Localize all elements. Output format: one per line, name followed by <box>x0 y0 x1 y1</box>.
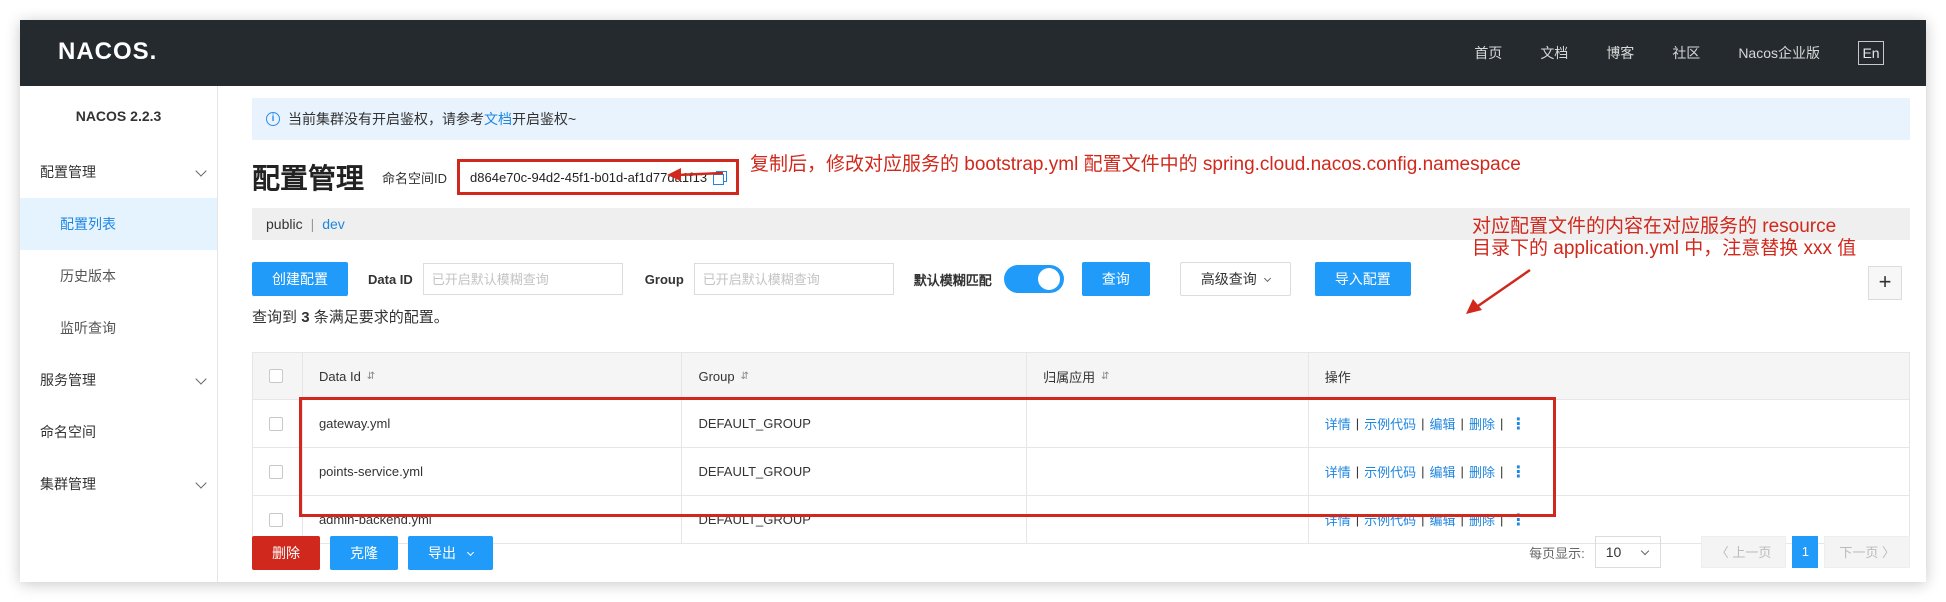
config-annotation-line1: 对应配置文件的内容在对应服务的 resource <box>1472 216 1837 237</box>
row-checkbox-cell <box>253 448 303 495</box>
advanced-query-button[interactable]: 高级查询 <box>1179 262 1291 296</box>
chevron-down-icon <box>1640 546 1649 556</box>
bottom-bar: 删除 克隆 导出 每页显示: 10 〈 上一页 1 下一页 〉 <box>252 536 1910 570</box>
header-group-label: Group <box>698 368 735 384</box>
nav-community[interactable]: 社区 <box>1672 43 1700 63</box>
dataid-input[interactable] <box>422 263 623 295</box>
notice-text-before: 当前集群没有开启鉴权，请参考 <box>288 111 484 127</box>
sidebar-item-namespace[interactable]: 命名空间 <box>20 406 217 458</box>
sidebar-group-service[interactable]: 服务管理 <box>20 354 217 406</box>
chevron-down-icon <box>195 373 207 385</box>
nav-docs[interactable]: 文档 <box>1540 43 1568 63</box>
chevron-down-icon <box>195 477 207 489</box>
row-checkbox-cell <box>253 400 303 447</box>
page-number-current[interactable]: 1 <box>1792 536 1819 568</box>
toggle-knob <box>1037 268 1060 290</box>
next-page-button[interactable]: 下一页 〉 <box>1824 536 1910 568</box>
table-header-row: Data Id ⇵ Group ⇵ 归属应用 ⇵ 操作 <box>253 353 1909 399</box>
chevron-down-icon <box>195 165 207 177</box>
info-icon: i <box>266 112 280 126</box>
clone-button[interactable]: 克隆 <box>330 536 398 570</box>
namespace-annotation: 复制后，修改对应服务的 bootstrap.yml 配置文件中的 spring.… <box>750 154 1521 175</box>
search-bar: 创建配置 Data ID Group 默认模糊匹配 查询 高级查询 导入配置 <box>252 262 1411 296</box>
nacos-logo[interactable]: NACOS. <box>58 38 157 66</box>
rows-highlight-box <box>299 397 1556 517</box>
main-content: i 当前集群没有开启鉴权，请参考 文档 开启鉴权~ 配置管理 命名空间ID d8… <box>252 86 1926 582</box>
sidebar-group-service-label: 服务管理 <box>40 372 96 388</box>
result-count: 3 <box>301 309 310 326</box>
nav-enterprise[interactable]: Nacos企业版 <box>1738 43 1820 63</box>
sidebar-group-cluster[interactable]: 集群管理 <box>20 458 217 510</box>
dataid-label: Data ID <box>368 271 413 287</box>
top-nav: 首页 文档 博客 社区 Nacos企业版 En <box>1436 20 1884 86</box>
config-annotation: 对应配置文件的内容在对应服务的 resource 目录下的 applicatio… <box>1472 216 1856 260</box>
row-checkbox[interactable] <box>269 416 283 431</box>
namespace-tab-dev[interactable]: dev <box>322 216 345 232</box>
version-label: NACOS 2.2.3 <box>75 108 162 124</box>
fuzzy-match-label: 默认模糊匹配 <box>913 272 992 288</box>
export-label: 导出 <box>428 545 456 561</box>
namespace-tab-public[interactable]: public <box>266 216 303 232</box>
pager: 〈 上一页 1 下一页 〉 <box>1700 536 1910 568</box>
sidebar-group-config[interactable]: 配置管理 <box>20 146 217 198</box>
query-button[interactable]: 查询 <box>1081 262 1150 296</box>
nav-blog[interactable]: 博客 <box>1606 43 1634 63</box>
app-window: NACOS. 首页 文档 博客 社区 Nacos企业版 En NACOS 2.2… <box>20 20 1926 582</box>
bulk-delete-button[interactable]: 删除 <box>252 536 320 570</box>
header-dataid[interactable]: Data Id ⇵ <box>303 353 683 399</box>
notice-text-after: 开启鉴权~ <box>512 111 577 127</box>
header-dataid-label: Data Id <box>318 368 361 384</box>
header-app-label: 归属应用 <box>1043 369 1096 385</box>
row-checkbox[interactable] <box>269 464 283 479</box>
header-checkbox-cell <box>253 353 303 399</box>
fuzzy-match-toggle[interactable] <box>1003 265 1064 293</box>
header-ops: 操作 <box>1309 353 1909 399</box>
page-size-select[interactable]: 10 <box>1594 536 1661 568</box>
page-size-label: 每页显示: <box>1529 545 1585 561</box>
select-all-checkbox[interactable] <box>269 369 283 383</box>
page-title: 配置管理 <box>252 163 365 194</box>
row-checkbox[interactable] <box>269 512 283 527</box>
pagination: 每页显示: 10 〈 上一页 1 下一页 〉 <box>1529 536 1910 568</box>
header-app[interactable]: 归属应用 ⇵ <box>1027 353 1309 399</box>
sidebar-item-listener[interactable]: 监听查询 <box>20 302 217 354</box>
sidebar: NACOS 2.2.3 配置管理 配置列表 历史版本 监听查询 服务管理 命名空… <box>20 86 218 582</box>
sidebar-item-namespace-label: 命名空间 <box>40 424 96 440</box>
arrow-annotation-icon <box>1466 268 1531 314</box>
sidebar-item-history[interactable]: 历史版本 <box>20 250 217 302</box>
notice-doc-link[interactable]: 文档 <box>484 109 512 129</box>
group-label: Group <box>644 271 684 287</box>
auth-notice: i 当前集群没有开启鉴权，请参考 文档 开启鉴权~ <box>252 98 1910 140</box>
sort-icon[interactable]: ⇵ <box>741 371 749 382</box>
result-suffix: 条满足要求的配置。 <box>313 309 449 326</box>
namespace-id-label: 命名空间ID <box>382 170 448 186</box>
sidebar-item-config-list[interactable]: 配置列表 <box>20 198 217 250</box>
export-button[interactable]: 导出 <box>408 536 493 570</box>
arrow-annotation-icon <box>667 168 724 181</box>
prev-page-button[interactable]: 〈 上一页 <box>1700 536 1787 568</box>
result-summary: 查询到 3 条满足要求的配置。 <box>252 306 449 327</box>
chevron-down-icon <box>466 548 475 557</box>
sort-icon[interactable]: ⇵ <box>367 371 375 382</box>
language-toggle-button[interactable]: En <box>1858 41 1884 65</box>
bulk-actions: 删除 克隆 导出 <box>252 536 493 570</box>
chevron-down-icon <box>1263 274 1271 283</box>
create-config-button[interactable]: 创建配置 <box>252 262 348 296</box>
import-config-button[interactable]: 导入配置 <box>1314 262 1411 296</box>
sidebar-group-cluster-label: 集群管理 <box>40 476 96 492</box>
sort-icon[interactable]: ⇵ <box>1101 371 1109 382</box>
add-button[interactable]: + <box>1868 266 1902 300</box>
group-input[interactable] <box>693 263 894 295</box>
top-navbar: NACOS. 首页 文档 博客 社区 Nacos企业版 En <box>20 20 1926 86</box>
config-annotation-line2: 目录下的 application.yml 中，注意替换 xxx 值 <box>1472 238 1857 259</box>
header-group[interactable]: Group ⇵ <box>682 353 1028 399</box>
result-prefix: 查询到 <box>252 309 298 326</box>
header-ops-label: 操作 <box>1324 369 1351 385</box>
page-size-value: 10 <box>1605 544 1622 560</box>
namespace-tab-separator: | <box>310 216 315 232</box>
sidebar-group-config-label: 配置管理 <box>40 164 96 180</box>
nav-home[interactable]: 首页 <box>1474 43 1502 63</box>
advanced-query-label: 高级查询 <box>1200 271 1257 287</box>
